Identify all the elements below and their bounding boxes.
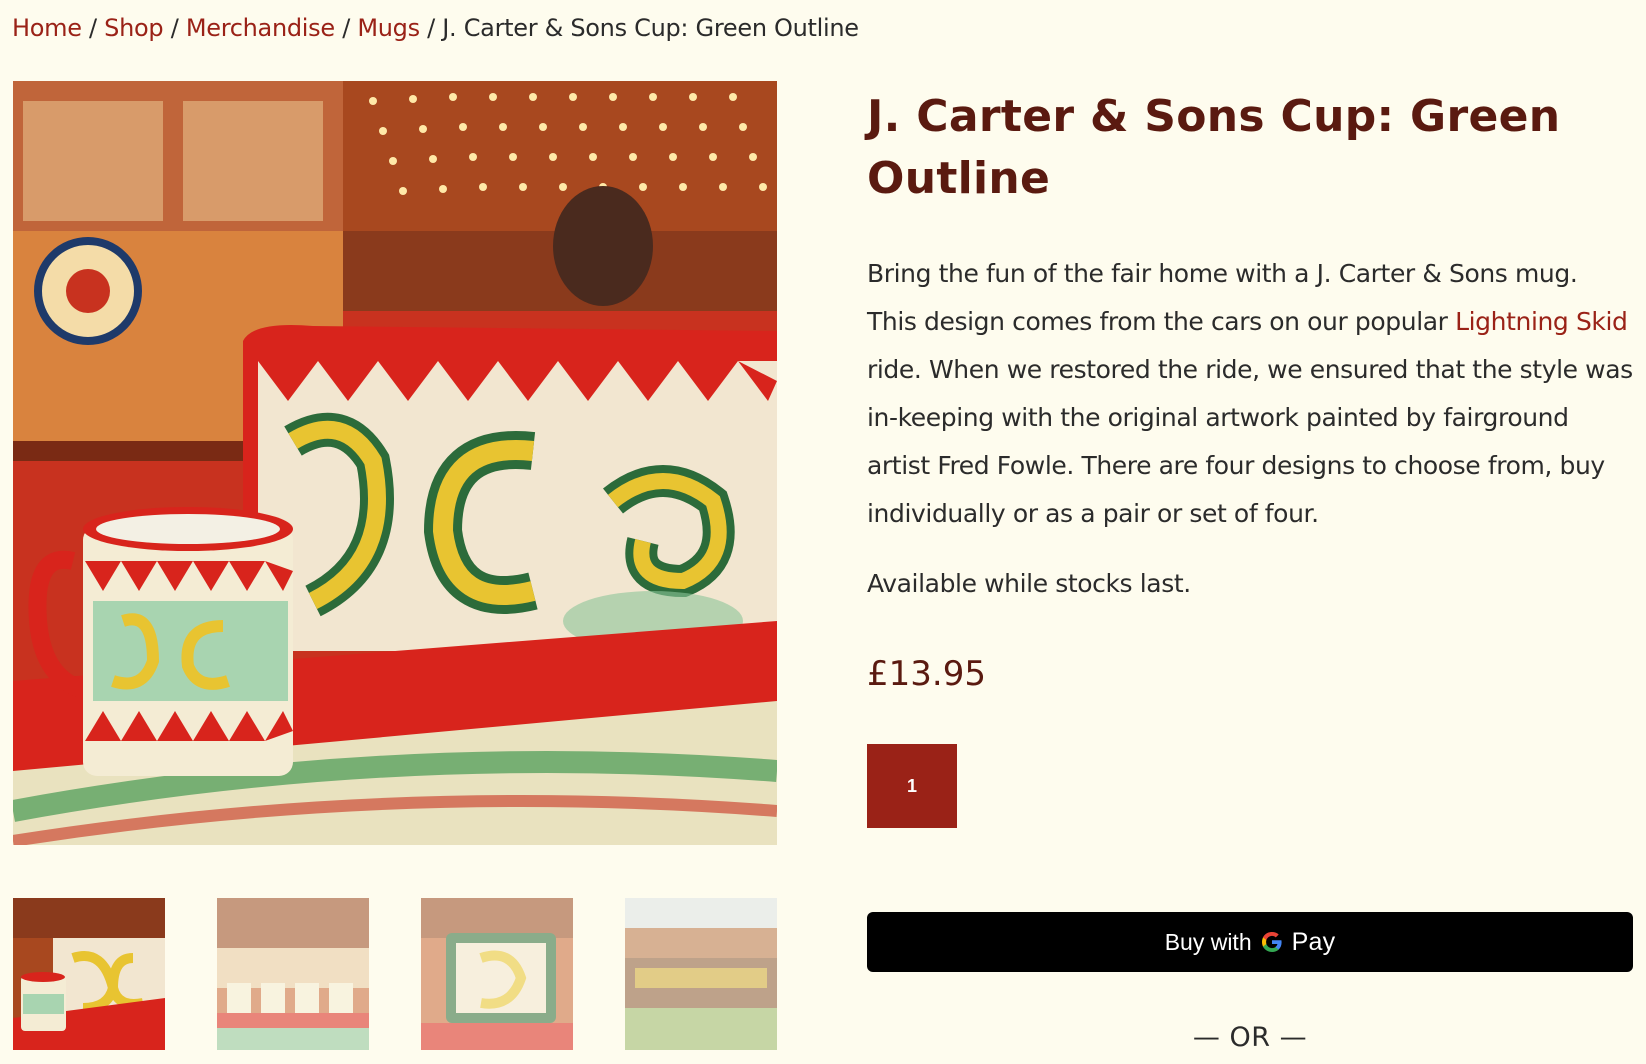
thumbnail-3[interactable]	[421, 898, 573, 1050]
breadcrumb-separator: /	[427, 14, 435, 42]
or-divider: — OR —	[1192, 1022, 1308, 1053]
google-g-icon	[1261, 932, 1282, 952]
product-thumbnails	[13, 898, 777, 1050]
thumbnail-1[interactable]	[13, 898, 165, 1050]
description-text: ride. When we restored the ride, we ensu…	[867, 355, 1633, 528]
thumbnail-2[interactable]	[217, 898, 369, 1050]
quantity-input[interactable]	[867, 744, 957, 828]
breadcrumb-home-link[interactable]: Home	[12, 14, 82, 42]
product-main-image[interactable]	[13, 81, 777, 845]
availability-text: Available while stocks last.	[867, 569, 1191, 598]
product-description: Bring the fun of the fair home with a J.…	[867, 250, 1633, 538]
breadcrumb-mugs-link[interactable]: Mugs	[357, 14, 420, 42]
gpay-pay-label: Pay	[1291, 927, 1336, 956]
product-summary: J. Carter & Sons Cup: Green Outline Brin…	[867, 86, 1633, 828]
breadcrumb-shop-link[interactable]: Shop	[104, 14, 163, 42]
breadcrumb-separator: /	[89, 14, 97, 42]
breadcrumb-separator: /	[342, 14, 350, 42]
breadcrumb-separator: /	[170, 14, 179, 42]
product-title: J. Carter & Sons Cup: Green Outline	[867, 91, 1561, 204]
product-price: £13.95	[867, 654, 986, 694]
gpay-prefix-label: Buy with	[1164, 928, 1252, 955]
breadcrumb-current: J. Carter & Sons Cup: Green Outline	[442, 14, 859, 42]
google-pay-button[interactable]: Buy with Pay	[867, 912, 1633, 972]
thumbnail-4[interactable]	[625, 898, 777, 1050]
breadcrumb: Home / Shop / Merchandise / Mugs / J. Ca…	[12, 14, 859, 42]
lightning-skid-link[interactable]: Lightning Skid	[1455, 307, 1628, 336]
breadcrumb-merchandise-link[interactable]: Merchandise	[186, 14, 335, 42]
